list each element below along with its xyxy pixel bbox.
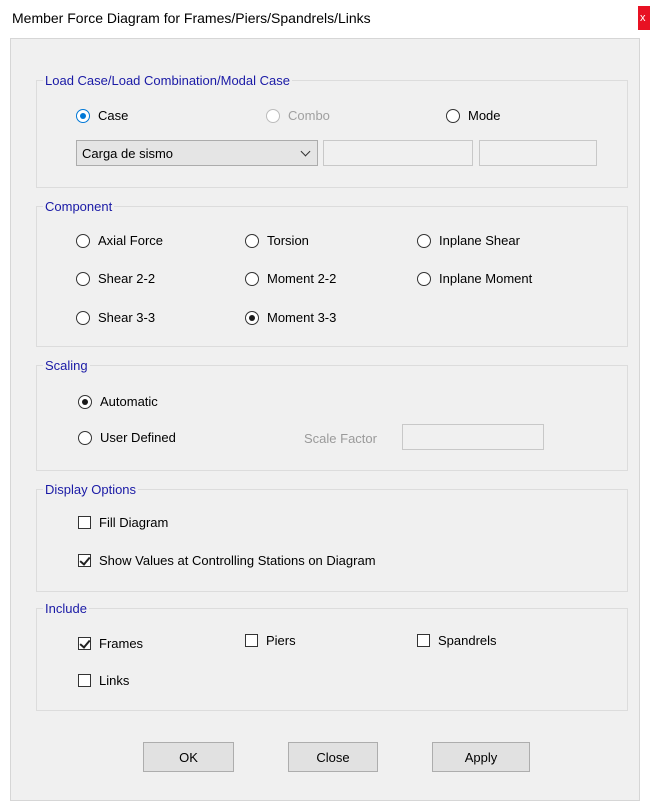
mode-radio-circle[interactable] <box>446 108 460 123</box>
automatic-radio-circle[interactable] <box>78 394 92 409</box>
axial-force-radio[interactable]: Axial Force <box>76 233 163 248</box>
links-label: Links <box>99 673 130 688</box>
moment-3-3-label: Moment 3-3 <box>267 310 337 325</box>
include-group-legend: Include <box>45 601 87 616</box>
spandrels-checkbox[interactable]: Spandrels <box>417 633 497 648</box>
shear-2-2-radio[interactable]: Shear 2-2 <box>76 271 155 286</box>
scaling-group: Scaling <box>36 358 628 471</box>
load-case-group: Load Case/Load Combination/Modal Case <box>36 73 628 188</box>
shear-3-3-radio-circle[interactable] <box>76 310 90 325</box>
show-values-checkbox[interactable]: Show Values at Controlling Stations on D… <box>78 553 376 568</box>
moment-2-2-label: Moment 2-2 <box>267 271 337 286</box>
title-bar: Member Force Diagram for Frames/Piers/Sp… <box>0 0 650 36</box>
user-defined-radio[interactable]: User Defined <box>78 430 176 445</box>
piers-checkbox[interactable]: Piers <box>245 633 296 648</box>
scaling-group-legend: Scaling <box>45 358 88 373</box>
links-checkbox-box[interactable] <box>78 674 91 687</box>
inplane-shear-label: Inplane Shear <box>439 233 520 248</box>
links-checkbox[interactable]: Links <box>78 673 129 688</box>
close-button[interactable]: Close <box>288 742 378 772</box>
inplane-moment-radio-circle[interactable] <box>417 271 431 286</box>
inplane-shear-radio[interactable]: Inplane Shear <box>417 233 520 248</box>
frames-label: Frames <box>99 636 144 651</box>
component-group-legend: Component <box>45 199 113 214</box>
case-radio[interactable]: Case <box>76 108 128 123</box>
fill-diagram-label: Fill Diagram <box>99 515 169 530</box>
load-case-tertiary-box <box>479 140 597 166</box>
torsion-radio-circle[interactable] <box>245 233 259 248</box>
automatic-radio[interactable]: Automatic <box>78 394 158 409</box>
moment-3-3-radio-circle[interactable] <box>245 310 259 325</box>
scale-factor-input <box>402 424 544 450</box>
combo-radio-circle <box>266 108 280 123</box>
include-group: Include <box>36 601 628 711</box>
axial-force-label: Axial Force <box>98 233 164 248</box>
user-defined-radio-circle[interactable] <box>78 430 92 445</box>
display-options-group-legend: Display Options <box>45 482 137 497</box>
chevron-down-icon[interactable] <box>300 146 311 157</box>
close-window-icon[interactable]: x <box>638 6 650 30</box>
piers-checkbox-box[interactable] <box>245 634 258 647</box>
torsion-label: Torsion <box>267 233 309 248</box>
moment-2-2-radio[interactable]: Moment 2-2 <box>245 271 336 286</box>
case-radio-label: Case <box>98 108 129 123</box>
mode-radio[interactable]: Mode <box>446 108 501 123</box>
inplane-shear-radio-circle[interactable] <box>417 233 431 248</box>
moment-3-3-radio[interactable]: Moment 3-3 <box>245 310 336 325</box>
scale-factor-label: Scale Factor <box>304 431 377 446</box>
mode-radio-label: Mode <box>468 108 501 123</box>
frames-checkbox[interactable]: Frames <box>78 636 143 651</box>
display-options-group: Display Options <box>36 482 628 592</box>
load-case-group-legend: Load Case/Load Combination/Modal Case <box>45 73 290 88</box>
spandrels-label: Spandrels <box>438 633 497 648</box>
torsion-radio[interactable]: Torsion <box>245 233 309 248</box>
case-radio-circle[interactable] <box>76 108 90 123</box>
show-values-label: Show Values at Controlling Stations on D… <box>99 553 376 568</box>
shear-3-3-radio[interactable]: Shear 3-3 <box>76 310 155 325</box>
user-defined-label: User Defined <box>100 430 176 445</box>
moment-2-2-radio-circle[interactable] <box>245 271 259 286</box>
frames-checkbox-box[interactable] <box>78 637 91 650</box>
show-values-checkbox-box[interactable] <box>78 554 91 567</box>
axial-force-radio-circle[interactable] <box>76 233 90 248</box>
shear-2-2-radio-circle[interactable] <box>76 271 90 286</box>
load-case-secondary-box <box>323 140 473 166</box>
apply-button[interactable]: Apply <box>432 742 530 772</box>
window-title: Member Force Diagram for Frames/Piers/Sp… <box>12 10 371 26</box>
spandrels-checkbox-box[interactable] <box>417 634 430 647</box>
piers-label: Piers <box>266 633 296 648</box>
shear-3-3-label: Shear 3-3 <box>98 310 156 325</box>
fill-diagram-checkbox[interactable]: Fill Diagram <box>78 515 168 530</box>
combo-radio: Combo <box>266 108 330 123</box>
ok-button[interactable]: OK <box>143 742 234 772</box>
inplane-moment-radio[interactable]: Inplane Moment <box>417 271 532 286</box>
load-case-dropdown-value: Carga de sismo <box>82 146 174 161</box>
automatic-label: Automatic <box>100 394 158 409</box>
combo-radio-label: Combo <box>288 108 330 123</box>
shear-2-2-label: Shear 2-2 <box>98 271 156 286</box>
fill-diagram-checkbox-box[interactable] <box>78 516 91 529</box>
inplane-moment-label: Inplane Moment <box>439 271 533 286</box>
load-case-dropdown[interactable]: Carga de sismo <box>76 140 318 166</box>
